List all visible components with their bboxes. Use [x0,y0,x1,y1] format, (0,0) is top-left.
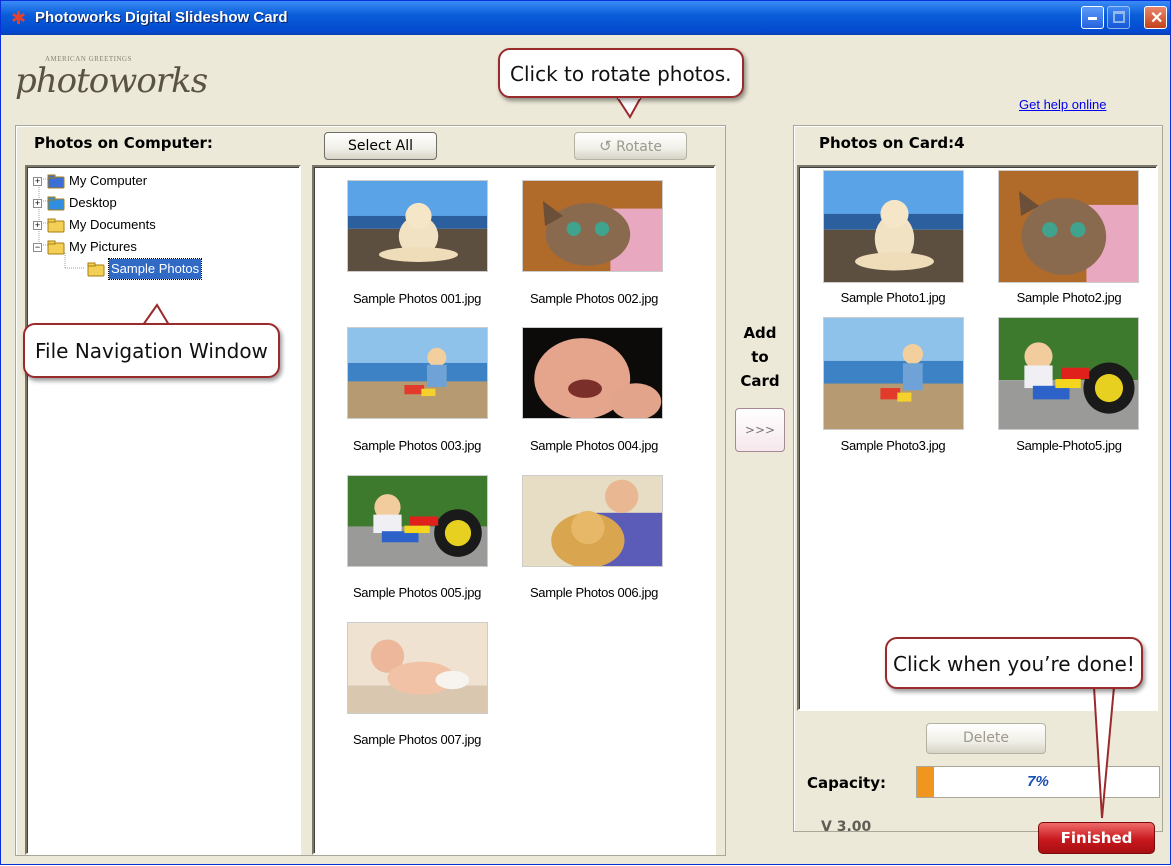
photos-on-computer-heading: Photos on Computer: [34,134,213,152]
tree-expander-icon[interactable]: + [33,221,42,230]
open-folder-icon [87,262,105,277]
tree-item[interactable]: − My Pictures [33,237,243,257]
tree-item-label: Sample Photos [107,258,203,280]
card-photo-caption: Sample Photo3.jpg [840,438,946,453]
card-photo-caption: Sample-Photo5.jpg [1016,438,1122,453]
card-photo-thumbnail[interactable] [998,170,1139,283]
tree-item[interactable]: Sample Photos [87,258,301,280]
computer-photo-caption: Sample Photos 006.jpg [529,585,659,600]
desktop-icon [47,196,65,211]
rotate-button[interactable]: ↺ Rotate [574,132,687,160]
rotate-label: Rotate [616,139,662,155]
rotate-icon: ↺ [599,137,612,155]
card-photo-thumbnail[interactable] [823,317,964,430]
computer-photo-thumbnail[interactable] [347,327,488,419]
minimize-button[interactable] [1081,6,1104,29]
delete-button[interactable]: Delete [926,723,1046,754]
photoworks-star-icon: ✱ [11,8,27,28]
photoworks-logo: photoworks [15,61,208,101]
computer-photo-thumbnail[interactable] [522,327,663,419]
card-photo-caption: Sample Photo1.jpg [840,290,946,305]
add-to-card-button[interactable]: >>> [735,408,785,452]
tree-item-label: My Pictures [69,239,137,254]
computer-photo-caption: Sample Photos 005.jpg [352,585,482,600]
capacity-value: 7% [1027,773,1049,790]
computer-photo-thumbnail[interactable] [347,180,488,272]
app-window: ✱ Photoworks Digital Slideshow Card ✕ AM… [0,0,1171,865]
close-button[interactable]: ✕ [1144,6,1167,29]
pictures-folder-icon [47,240,65,255]
computer-photo-caption: Sample Photos 001.jpg [352,291,482,306]
add-label-line: to [751,348,769,366]
tree-item-label: My Computer [69,173,148,188]
help-link[interactable]: Get help online [1019,97,1106,112]
computer-photo-thumbnail[interactable] [347,622,488,714]
card-photo-thumbnail[interactable] [998,317,1139,430]
window-title: Photoworks Digital Slideshow Card [35,9,288,26]
rotate-callout: Click to rotate photos. [498,48,744,98]
maximize-button[interactable] [1107,6,1130,29]
close-icon: ✕ [1150,10,1164,27]
computer-photo-caption: Sample Photos 007.jpg [352,732,482,747]
tree-expander-icon[interactable]: + [33,177,42,186]
card-photo-caption: Sample Photo2.jpg [1016,290,1122,305]
add-label-line: Card [740,372,780,390]
select-all-button[interactable]: Select All [324,132,437,160]
my-computer-icon [47,174,65,189]
computer-photo-caption: Sample Photos 003.jpg [352,438,482,453]
card-photo-thumbnail[interactable] [823,170,964,283]
capacity-label: Capacity: [807,774,886,792]
tree-item[interactable]: + Desktop [33,193,243,213]
computer-photo-caption: Sample Photos 002.jpg [529,291,659,306]
photos-on-card-heading: Photos on Card:4 [819,134,965,152]
tree-expander-icon[interactable]: − [33,243,42,252]
computer-photo-thumbnail[interactable] [522,475,663,567]
capacity-bar: 7% [916,766,1160,798]
finished-button[interactable]: Finished [1038,822,1155,854]
tree-item[interactable]: + My Documents [33,215,243,235]
folder-icon [47,218,65,233]
tree-item-label: My Documents [69,217,156,232]
navigation-callout: File Navigation Window [23,323,280,378]
tree-expander-icon[interactable]: + [33,199,42,208]
tree-item-label: Desktop [69,195,117,210]
title-bar[interactable]: ✱ Photoworks Digital Slideshow Card ✕ [1,1,1170,35]
version-label: V 3.00 [821,819,872,835]
computer-photo-thumbnail[interactable] [522,180,663,272]
computer-photo-caption: Sample Photos 004.jpg [529,438,659,453]
add-label-line: Add [743,324,777,342]
tree-item[interactable]: + My Computer [33,171,243,191]
computer-photo-thumbnail[interactable] [347,475,488,567]
add-to-card-label: Add to Card [726,321,794,393]
finished-callout: Click when you’re done! [885,637,1143,689]
